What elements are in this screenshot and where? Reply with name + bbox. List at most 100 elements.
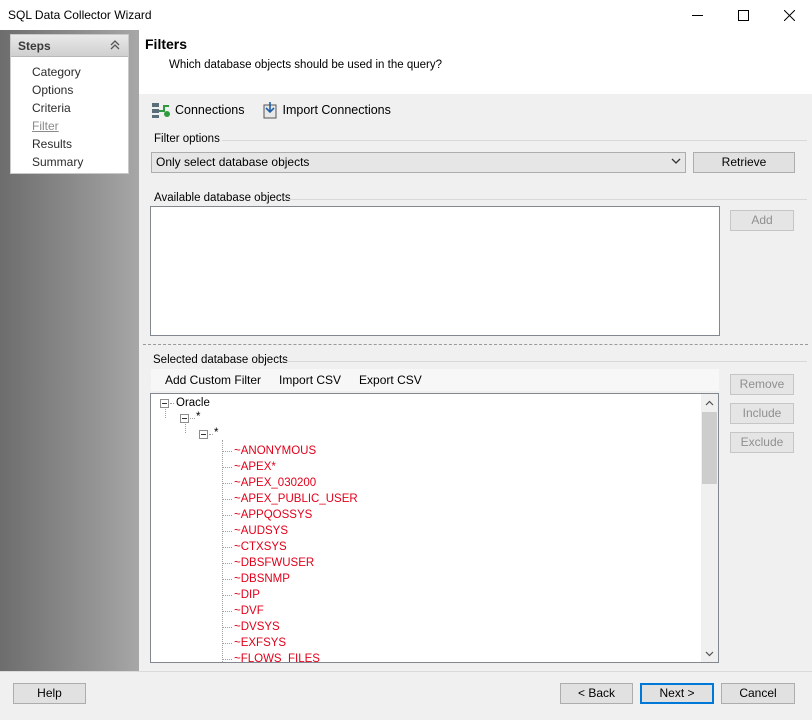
tree-leaf[interactable]: ~APPQOSSYS: [234, 507, 312, 523]
import-connections-label: Import Connections: [282, 103, 391, 117]
import-csv-button[interactable]: Import CSV: [279, 373, 341, 387]
step-item-results[interactable]: Results: [11, 135, 128, 153]
minimize-icon: [691, 14, 703, 16]
connections-button[interactable]: Connections: [151, 101, 245, 119]
tree-connector: [209, 434, 213, 435]
tree-leaf[interactable]: ~FLOWS_FILES: [234, 651, 320, 662]
steps-panel: Steps Category Options Criteria Filter R…: [10, 34, 129, 174]
tree-scrollbar[interactable]: [701, 394, 718, 662]
window-title: SQL Data Collector Wizard: [8, 8, 152, 22]
help-button[interactable]: Help: [13, 683, 86, 704]
page-subtitle: Which database objects should be used in…: [169, 59, 442, 71]
page-title: Filters: [145, 36, 188, 52]
step-item-summary[interactable]: Summary: [11, 153, 128, 171]
steps-header-label: Steps: [18, 39, 51, 53]
cancel-button[interactable]: Cancel: [721, 683, 795, 704]
chevron-up-icon: [705, 400, 714, 405]
main-content: Connections Import Connections Filter op…: [139, 94, 812, 671]
tree-connector: [222, 579, 232, 580]
tree-connector: [222, 499, 232, 500]
section-divider: [143, 344, 808, 345]
wizard-footer: Help < Back Next > Cancel: [0, 671, 812, 720]
step-item-options[interactable]: Options: [11, 81, 128, 99]
exclude-button[interactable]: Exclude: [730, 432, 794, 453]
collapse-root-icon[interactable]: [160, 399, 169, 408]
collapse-level1-icon[interactable]: [180, 414, 189, 423]
chevron-down-icon: [671, 158, 681, 164]
tree-connector: [222, 451, 232, 452]
tree-leaf[interactable]: ~APEX*: [234, 459, 276, 475]
selected-objects-tree[interactable]: Oracle * * ~ANONYMOUS ~APEX* ~APEX_03020…: [150, 393, 719, 663]
tree-leaf[interactable]: ~APEX_PUBLIC_USER: [234, 491, 358, 507]
add-button[interactable]: Add: [730, 210, 794, 231]
steps-header[interactable]: Steps: [11, 35, 128, 57]
next-button[interactable]: Next >: [640, 683, 714, 704]
tree-connector: [190, 418, 195, 419]
close-icon: [783, 9, 795, 21]
steps-list: Category Options Criteria Filter Results…: [11, 57, 128, 171]
maximize-icon: [737, 9, 749, 21]
connections-icon: [152, 103, 170, 118]
tree-connector: [222, 563, 232, 564]
tree-connector: [222, 547, 232, 548]
collapse-level2-icon[interactable]: [199, 430, 208, 439]
available-objects-label: Available database objects: [154, 192, 291, 204]
tree-leaf[interactable]: ~DIP: [234, 587, 260, 603]
tree-connector: [222, 467, 232, 468]
available-objects-list[interactable]: [150, 206, 720, 336]
filter-options-select[interactable]: Only select database objects: [151, 152, 686, 173]
tree-connector: [222, 611, 232, 612]
selected-objects-toolbar: Add Custom Filter Import CSV Export CSV: [151, 369, 719, 391]
tree-connector: [185, 424, 186, 433]
connections-label: Connections: [175, 103, 245, 117]
tree-connector: [222, 440, 223, 662]
connections-toolbar: Connections Import Connections: [151, 100, 407, 120]
retrieve-button[interactable]: Retrieve: [693, 152, 795, 173]
page-header: Filters Which database objects should be…: [139, 30, 812, 94]
chevron-down-icon: [705, 651, 714, 656]
tree-node-level1[interactable]: *: [196, 409, 200, 425]
step-item-criteria[interactable]: Criteria: [11, 99, 128, 117]
tree-connector: [222, 595, 232, 596]
collapse-chevron-icon[interactable]: [110, 39, 120, 51]
tree-leaf[interactable]: ~DVF: [234, 603, 264, 619]
import-connections-button[interactable]: Import Connections: [261, 101, 391, 119]
filter-options-rule: [222, 140, 807, 141]
tree-connector: [222, 531, 232, 532]
tree-leaf[interactable]: ~DVSYS: [234, 619, 280, 635]
minimize-button[interactable]: [674, 0, 720, 30]
tree-connector: [222, 627, 232, 628]
include-button[interactable]: Include: [730, 403, 794, 424]
close-button[interactable]: [766, 0, 812, 30]
maximize-button[interactable]: [720, 0, 766, 30]
scroll-up-button[interactable]: [701, 394, 718, 411]
add-custom-filter-button[interactable]: Add Custom Filter: [165, 373, 261, 387]
selected-objects-label: Selected database objects: [153, 354, 288, 366]
remove-button[interactable]: Remove: [730, 374, 794, 395]
tree-connector: [222, 659, 232, 660]
tree-leaf[interactable]: ~CTXSYS: [234, 539, 287, 555]
tree-leaf[interactable]: ~EXFSYS: [234, 635, 286, 651]
back-button[interactable]: < Back: [560, 683, 633, 704]
export-csv-button[interactable]: Export CSV: [359, 373, 422, 387]
tree-node-level2[interactable]: *: [214, 425, 218, 441]
tree-leaf[interactable]: ~DBSFWUSER: [234, 555, 314, 571]
import-icon: [263, 102, 276, 119]
tree-leaf[interactable]: ~AUDSYS: [234, 523, 288, 539]
scroll-down-button[interactable]: [701, 645, 718, 662]
step-item-category[interactable]: Category: [11, 63, 128, 81]
tree-connector: [222, 515, 232, 516]
tree-connector: [222, 483, 232, 484]
tree-connector: [165, 409, 166, 418]
step-item-filter[interactable]: Filter: [11, 117, 128, 135]
tree-connector: [170, 403, 174, 404]
tree-leaf[interactable]: ~DBSNMP: [234, 571, 290, 587]
filter-options-value: Only select database objects: [156, 155, 310, 169]
tree-leaf[interactable]: ~APEX_030200: [234, 475, 316, 491]
available-objects-rule: [287, 199, 807, 200]
title-bar: SQL Data Collector Wizard: [0, 0, 812, 30]
scroll-thumb[interactable]: [702, 412, 717, 484]
tree-node-root[interactable]: Oracle: [176, 395, 210, 411]
selected-objects-rule: [284, 361, 807, 362]
tree-leaf[interactable]: ~ANONYMOUS: [234, 443, 316, 459]
